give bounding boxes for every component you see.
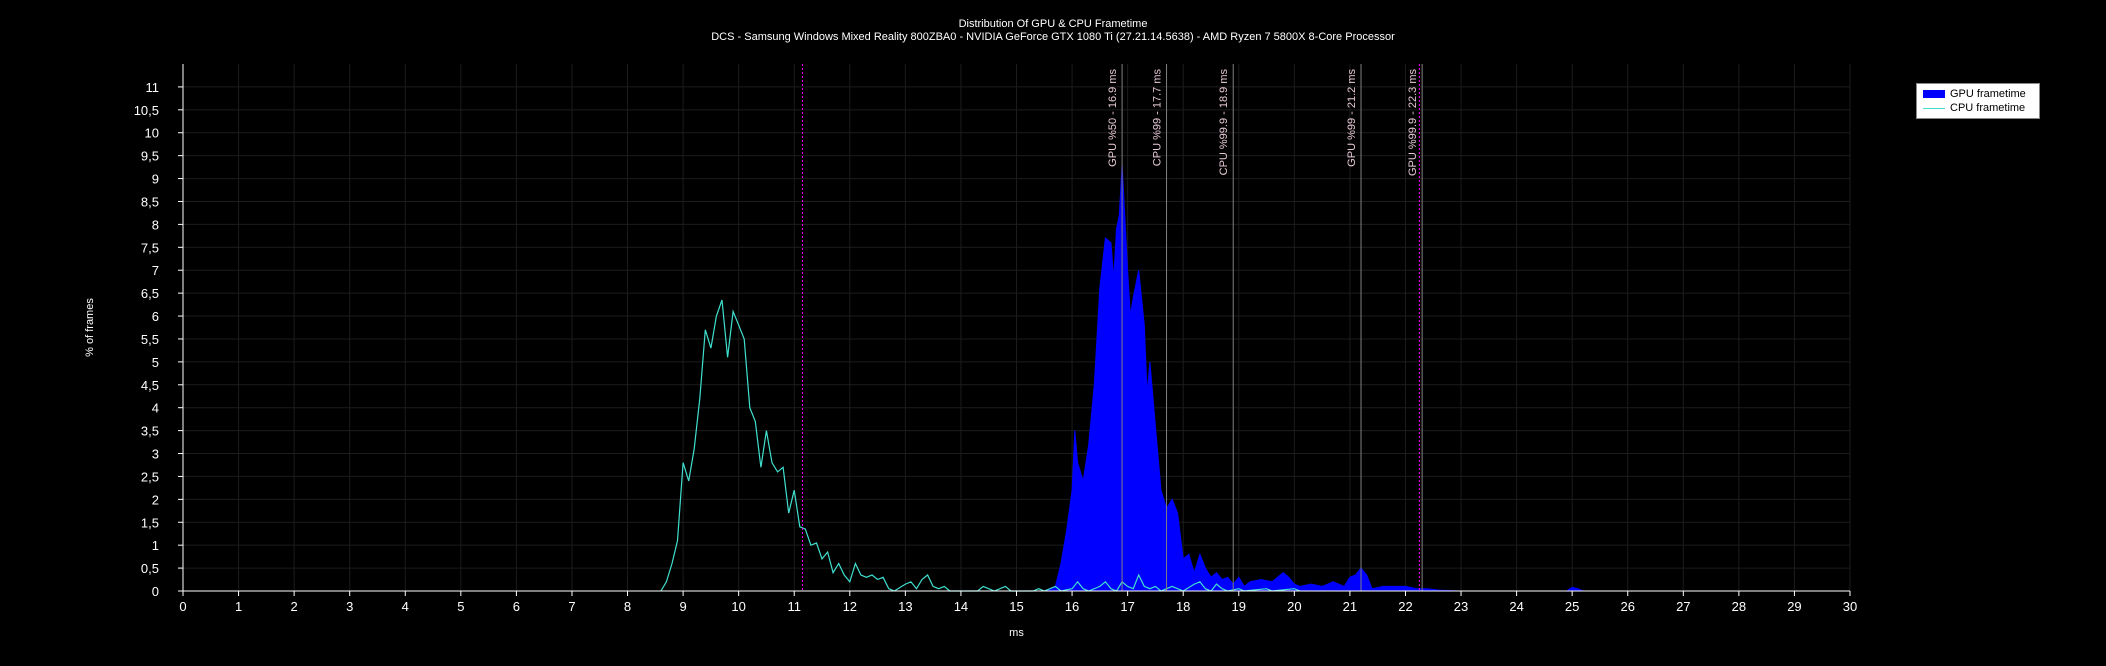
y-tick-label: 2,5 — [141, 469, 159, 484]
y-tick-label: 10,5 — [134, 103, 159, 118]
legend-label-gpu: GPU frametime — [1950, 88, 2026, 100]
y-tick-label: 11 — [146, 80, 160, 95]
x-tick-label: 4 — [402, 599, 409, 614]
x-tick-label: 14 — [954, 599, 968, 614]
y-tick-label: 3,5 — [141, 424, 159, 439]
x-tick-label: 28 — [1732, 599, 1746, 614]
x-tick-label: 18 — [1176, 599, 1190, 614]
x-tick-label: 2 — [291, 599, 298, 614]
series-line-cpu — [660, 299, 1301, 592]
x-tick-label: 12 — [843, 599, 857, 614]
percentile-marker-label: CPU %99 - 17.7 ms — [1152, 69, 1164, 167]
y-axis-title: % of frames — [84, 298, 96, 357]
x-tick-label: 21 — [1343, 599, 1357, 614]
legend-item-cpu: CPU frametime — [1923, 101, 2033, 115]
x-tick-label: 17 — [1120, 599, 1134, 614]
percentile-marker-label: GPU %50 - 16.9 ms — [1107, 69, 1119, 167]
y-tick-label: 5,5 — [141, 332, 159, 347]
x-tick-label: 0 — [179, 599, 186, 614]
x-tick-label: 8 — [624, 599, 631, 614]
legend: GPU frametime CPU frametime — [1916, 83, 2040, 119]
x-tick-label: 25 — [1565, 599, 1579, 614]
x-tick-label: 15 — [1009, 599, 1023, 614]
y-tick-label: 9 — [152, 172, 159, 187]
y-tick-label: 8,5 — [141, 194, 159, 209]
chart-plot: GPU %50 - 16.9 ms CPU %99 - 17.7 ms CPU %9… — [84, 64, 1857, 639]
grid-lines — [182, 64, 1851, 592]
legend-swatch-gpu — [1923, 90, 1945, 98]
x-tick-label: 26 — [1620, 599, 1634, 614]
x-tick-label: 6 — [513, 599, 520, 614]
legend-item-gpu: GPU frametime — [1923, 87, 2033, 101]
y-tick-label: 0,5 — [141, 561, 159, 576]
x-tick-label: 30 — [1843, 599, 1857, 614]
percentile-marker-label: GPU %99.9 - 22.3 ms — [1407, 69, 1419, 176]
x-tick-label: 23 — [1454, 599, 1468, 614]
percentile-marker-label: CPU %99.9 - 18.9 ms — [1218, 69, 1230, 176]
x-axis-title: ms — [1009, 627, 1024, 639]
y-tick-label: 4,5 — [141, 378, 159, 393]
x-tick-label: 29 — [1787, 599, 1801, 614]
y-tick-label: 6,5 — [141, 286, 159, 301]
y-tick-label: 10 — [145, 126, 159, 141]
y-tick-label: 0 — [152, 584, 159, 599]
y-tick-label: 2 — [152, 492, 159, 507]
y-tick-label: 7,5 — [141, 240, 159, 255]
series-area-gpu — [1044, 164, 1584, 592]
x-tick-label: 27 — [1676, 599, 1690, 614]
x-tick-label: 9 — [679, 599, 686, 614]
x-tick-label: 11 — [787, 599, 801, 614]
y-tick-label: 3 — [152, 447, 159, 462]
x-tick-label: 19 — [1232, 599, 1246, 614]
y-tick-label: 1,5 — [141, 515, 159, 530]
x-tick-label: 20 — [1287, 599, 1301, 614]
x-tick-label: 5 — [457, 599, 464, 614]
y-tick-label: 1 — [152, 538, 159, 553]
x-tick-label: 3 — [346, 599, 353, 614]
x-tick-label: 22 — [1398, 599, 1412, 614]
x-tick-label: 1 — [235, 599, 242, 614]
y-tick-label: 9,5 — [141, 149, 159, 164]
x-tick-label: 7 — [568, 599, 575, 614]
legend-swatch-cpu — [1923, 107, 1945, 109]
x-tick-label: 16 — [1065, 599, 1079, 614]
y-tick-label: 6 — [152, 309, 159, 324]
percentile-marker-label: GPU %99 - 21.2 ms — [1346, 69, 1358, 167]
y-tick-label: 7 — [152, 263, 159, 278]
y-tick-label: 5 — [152, 355, 159, 370]
y-tick-label: 4 — [152, 401, 159, 416]
legend-label-cpu: CPU frametime — [1950, 102, 2026, 114]
y-tick-label: 8 — [152, 217, 159, 232]
x-tick-label: 10 — [731, 599, 745, 614]
x-tick-label: 13 — [898, 599, 912, 614]
x-tick-label: 24 — [1509, 599, 1523, 614]
